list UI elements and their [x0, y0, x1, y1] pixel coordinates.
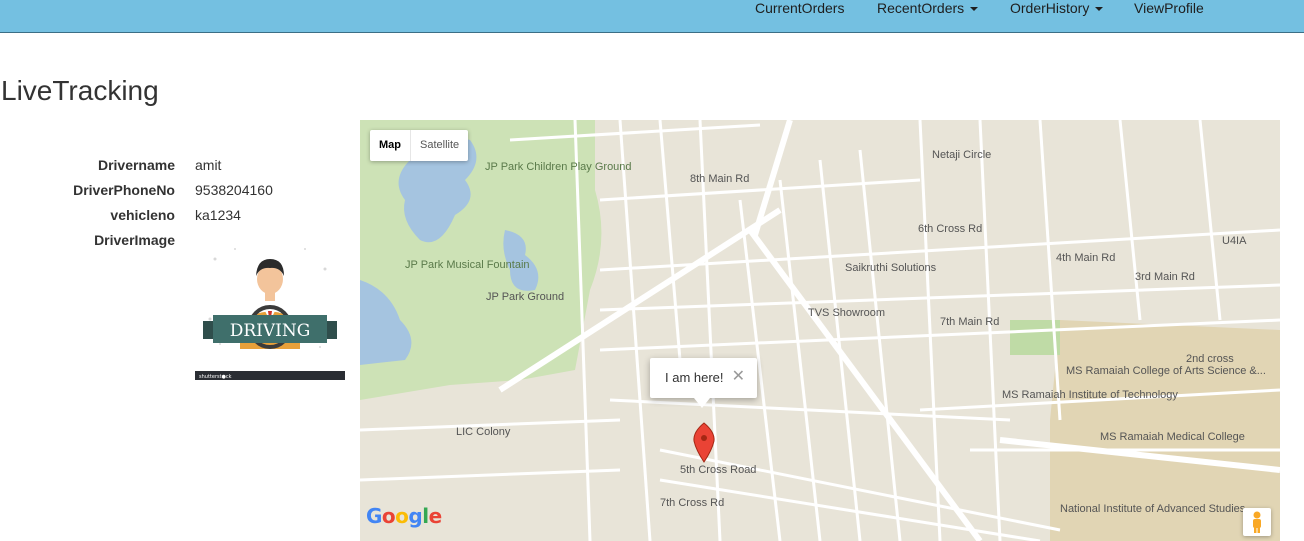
- nav-recent-orders[interactable]: RecentOrders: [877, 0, 979, 16]
- map-label: Saikruthi Solutions: [845, 262, 937, 274]
- map-type-control: Map Satellite: [370, 130, 469, 161]
- nav-recent-orders-label: RecentOrders: [877, 0, 965, 16]
- map-label: U4IA: [1222, 235, 1247, 247]
- driving-banner-text: DRIVING: [230, 321, 311, 341]
- map-label: JP Park Musical Fountain: [405, 259, 530, 271]
- info-window: I am here! ✕: [650, 358, 757, 408]
- map-label: National Institute of Advanced Studies: [1060, 503, 1246, 515]
- map-label: 6th Cross Rd: [918, 223, 982, 235]
- map-label: MS Ramaiah College of Arts Science &...: [1066, 365, 1266, 377]
- nav-current-orders[interactable]: CurrentOrders: [755, 0, 844, 16]
- pegman-icon[interactable]: [1243, 508, 1271, 536]
- map-label: 3rd Main Rd: [1135, 271, 1195, 283]
- driver-image: DRIVING shutterst●ck: [195, 229, 345, 380]
- map-label: 4th Main Rd: [1056, 252, 1115, 264]
- google-logo-letter: e: [428, 504, 443, 528]
- driver-phone-label: DriverPhoneNo: [73, 182, 175, 198]
- nav-current-orders-label: CurrentOrders: [755, 0, 845, 16]
- map-label: 5th Cross Road: [680, 464, 756, 476]
- map-label: JP Park Children Play Ground: [485, 161, 632, 173]
- nav-view-profile-label: ViewProfile: [1134, 0, 1204, 16]
- map-label: 7th Main Rd: [940, 316, 999, 328]
- nav-order-history-label: OrderHistory: [1010, 0, 1090, 16]
- nav-order-history[interactable]: OrderHistory: [1010, 0, 1104, 16]
- map-label: MS Ramaiah Medical College: [1100, 431, 1245, 443]
- watermark-text: shutterst●ck: [199, 374, 232, 380]
- info-window-text: I am here!: [665, 370, 724, 385]
- page-title: LiveTracking: [1, 75, 159, 106]
- driver-image-label: DriverImage: [94, 232, 175, 248]
- map-label: MS Ramaiah Institute of Technology: [1002, 389, 1178, 401]
- map-label: TVS Showroom: [808, 307, 885, 319]
- google-logo: Google: [366, 504, 442, 528]
- google-logo-letter: o: [395, 504, 409, 528]
- map-view[interactable]: JP Park Children Play Ground JP Park Mus…: [360, 120, 1280, 541]
- caret-down-icon: [970, 7, 979, 12]
- caret-down-icon: [1095, 7, 1104, 12]
- driver-illustration: DRIVING shutterst●ck: [195, 229, 345, 380]
- driver-name-value: amit: [195, 157, 222, 173]
- map-type-map-button[interactable]: Map: [370, 130, 410, 161]
- info-window-tail: [694, 398, 710, 408]
- nav-view-profile[interactable]: ViewProfile: [1134, 0, 1204, 16]
- close-icon[interactable]: ✕: [732, 366, 745, 386]
- map-canvas[interactable]: JP Park Children Play Ground JP Park Mus…: [360, 120, 1280, 541]
- google-logo-letter: g: [408, 504, 423, 528]
- map-label: 7th Cross Rd: [660, 497, 724, 509]
- map-type-satellite-button[interactable]: Satellite: [410, 130, 468, 161]
- map-label: 8th Main Rd: [690, 173, 749, 185]
- map-label: 2nd cross: [1186, 353, 1234, 365]
- map-label: LIC Colony: [456, 426, 511, 438]
- google-logo-letter: G: [366, 504, 382, 528]
- driver-name-label: Drivername: [97, 157, 175, 173]
- pegman-figure-icon: [1253, 511, 1261, 533]
- map-label: Netaji Circle: [932, 149, 991, 161]
- vehicle-no-label: vehicleno: [110, 207, 175, 223]
- top-navbar: CurrentOrders RecentOrders OrderHistory …: [0, 0, 1304, 33]
- vehicle-no-value: ka1234: [195, 207, 241, 223]
- driver-phone-value: 9538204160: [195, 182, 273, 198]
- google-logo-letter: o: [381, 504, 396, 528]
- map-label: JP Park Ground: [486, 291, 564, 303]
